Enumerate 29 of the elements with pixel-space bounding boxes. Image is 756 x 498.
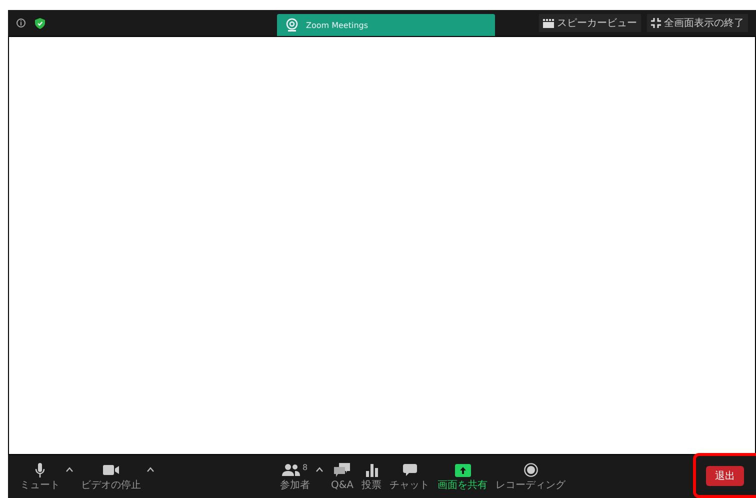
notification-title: Zoom Meetings — [306, 20, 368, 30]
toolbar-button[interactable]: Q&A — [331, 462, 354, 490]
shrink-icon — [651, 18, 661, 28]
bar-chart-icon — [366, 464, 378, 476]
shield-icon[interactable] — [35, 18, 45, 28]
toolbar-button[interactable]: ミュート — [20, 462, 60, 490]
record-icon — [524, 463, 538, 477]
webcam-icon — [285, 18, 299, 32]
toolbar-button[interactable]: 画面を共有 — [438, 462, 488, 490]
toolbar-button[interactable]: ビデオの停止 — [81, 462, 141, 490]
participant-count: 8 — [302, 462, 308, 472]
toolbar-button[interactable]: 投票 — [362, 462, 382, 490]
info-icon[interactable] — [16, 18, 26, 28]
share-screen-icon — [454, 464, 471, 476]
grid-icon — [543, 18, 554, 28]
caret-icon[interactable] — [316, 466, 323, 472]
view-button[interactable]: 全画面表示の終了 — [647, 14, 748, 32]
speech-bubbles-icon — [334, 463, 350, 477]
toolbar-button[interactable]: 8 参加者 — [280, 462, 310, 490]
camera-icon — [103, 465, 119, 475]
chat-bubble-icon — [402, 464, 417, 476]
microphone-icon — [35, 462, 45, 478]
toolbar-button[interactable]: チャット — [390, 462, 430, 490]
toolbar-button[interactable]: レコーディング — [496, 462, 566, 490]
people-icon — [282, 464, 300, 476]
caret-icon[interactable] — [147, 466, 154, 472]
view-button[interactable]: スピーカービュー — [539, 14, 641, 32]
caret-icon[interactable] — [66, 466, 73, 472]
leave-button[interactable]: 退出 — [706, 466, 744, 486]
